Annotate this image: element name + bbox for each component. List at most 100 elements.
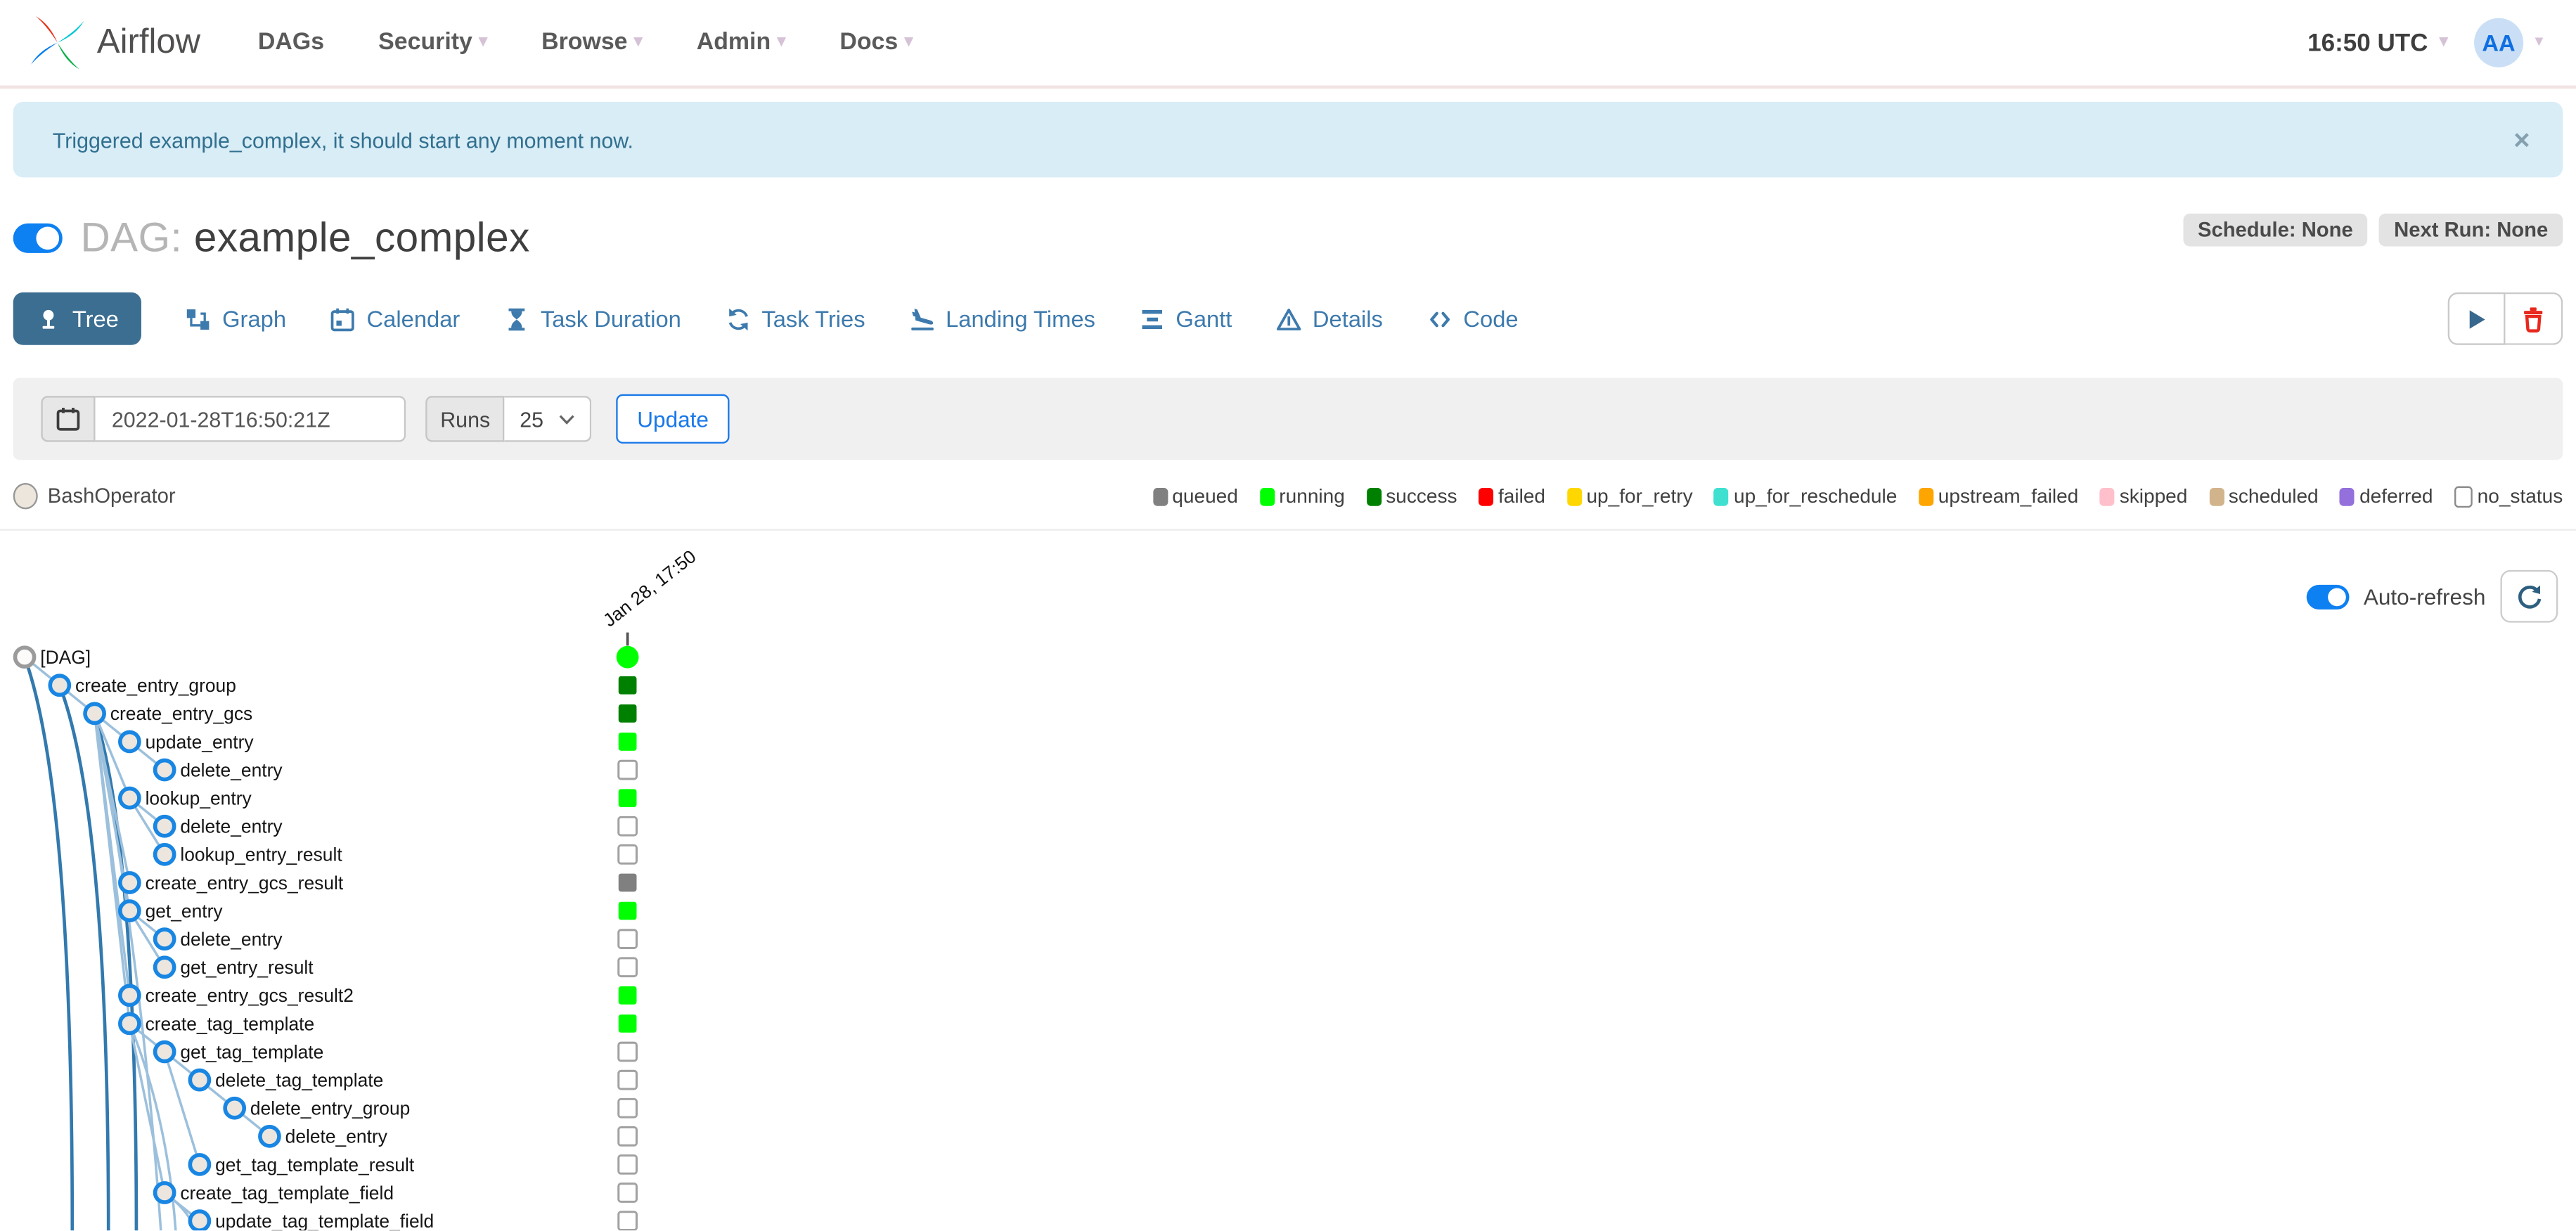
task-instance-square[interactable] [617, 1097, 638, 1119]
task-instance-square[interactable] [618, 986, 637, 1005]
task-label[interactable]: create_tag_template [146, 1013, 315, 1034]
delete-dag-button[interactable] [2505, 292, 2563, 345]
tab-gantt[interactable]: Gantt [1140, 292, 1232, 345]
task-label[interactable]: lookup_entry [146, 788, 252, 809]
refresh-button[interactable] [2500, 569, 2558, 623]
task-node[interactable] [153, 955, 176, 979]
task-node[interactable] [153, 927, 176, 951]
task-label[interactable]: delete_entry [180, 816, 283, 837]
task-instance-square[interactable] [618, 873, 637, 892]
tab-tree[interactable]: Tree [13, 292, 142, 345]
task-node[interactable] [153, 814, 176, 838]
clock-menu[interactable]: 16:50 UTC ▾ [2307, 29, 2448, 57]
menu-security[interactable]: Security ▾ [378, 30, 487, 56]
task-label[interactable]: lookup_entry_result [180, 844, 342, 865]
tab-details[interactable]: Details [1276, 292, 1383, 345]
menu-docs[interactable]: Docs ▾ [839, 30, 913, 56]
task-label[interactable]: delete_entry [285, 1126, 388, 1147]
task-label[interactable]: delete_entry [180, 759, 283, 780]
task-label[interactable]: delete_entry [180, 929, 283, 950]
legend-status-scheduled: scheduled [2208, 484, 2319, 508]
task-node[interactable] [153, 843, 176, 866]
task-label[interactable]: create_entry_group [75, 675, 236, 696]
task-instance-square[interactable] [618, 733, 637, 751]
task-instance-square[interactable] [617, 759, 638, 780]
task-node[interactable] [118, 730, 141, 754]
task-node[interactable] [223, 1096, 247, 1120]
task-node[interactable] [83, 702, 106, 726]
task-instance-square[interactable] [617, 1182, 638, 1203]
task-instance-square[interactable] [617, 1041, 638, 1062]
task-instance-square[interactable] [617, 816, 638, 837]
task-instance-square[interactable] [617, 1211, 638, 1231]
task-instance-square[interactable] [618, 789, 637, 808]
menu-browse[interactable]: Browse ▾ [541, 30, 643, 56]
task-instance-square[interactable] [618, 901, 637, 920]
task-node[interactable] [118, 871, 141, 894]
task-label[interactable]: create_entry_gcs_result [146, 872, 344, 894]
base-date-input[interactable] [95, 396, 406, 442]
tab-label: Gantt [1176, 305, 1232, 333]
task-label[interactable]: get_entry [146, 901, 224, 922]
task-instance-square[interactable] [618, 676, 637, 695]
task-node[interactable] [153, 1040, 176, 1064]
task-node[interactable] [118, 786, 141, 810]
task-instance-square[interactable] [617, 1069, 638, 1090]
task-label[interactable]: delete_tag_template [215, 1069, 383, 1090]
trash-icon [2524, 307, 2543, 332]
task-instance-square[interactable] [617, 929, 638, 950]
task-label[interactable]: create_tag_template_field [180, 1182, 394, 1204]
auto-refresh-toggle[interactable] [2306, 584, 2349, 609]
tab-graph[interactable]: Graph [186, 292, 286, 345]
task-instance-square[interactable] [618, 1014, 637, 1033]
task-instance-square[interactable] [617, 844, 638, 865]
menu-label: Security [378, 30, 472, 56]
task-node[interactable] [48, 673, 72, 697]
home-link[interactable]: Airflow [26, 11, 200, 74]
legend-status-skipped: skipped [2099, 484, 2187, 508]
schedule-badge: Schedule: None [2182, 213, 2368, 247]
task-label[interactable]: delete_entry_group [250, 1098, 410, 1119]
task-label[interactable]: get_tag_template [180, 1041, 323, 1062]
task-instance-square[interactable] [617, 957, 638, 978]
tab-calendar[interactable]: Calendar [330, 292, 460, 345]
user-menu[interactable]: AA ▾ [2473, 18, 2543, 67]
task-node[interactable] [118, 899, 141, 922]
task-label[interactable]: get_entry_result [180, 957, 314, 978]
task-node[interactable] [188, 1209, 212, 1231]
status-color-box [1918, 486, 1933, 505]
menu-label: DAGs [257, 30, 325, 56]
tab-task-tries[interactable]: Task Tries [726, 292, 865, 345]
task-label[interactable]: update_tag_template_field [215, 1211, 434, 1230]
task-instance-square[interactable] [618, 704, 637, 723]
tab-code[interactable]: Code [1427, 292, 1519, 345]
dag-pause-toggle[interactable] [13, 223, 63, 253]
task-label[interactable]: update_entry [146, 731, 255, 752]
task-node[interactable] [153, 758, 176, 782]
num-runs-select[interactable]: 25 [505, 396, 591, 442]
menu-admin[interactable]: Admin ▾ [697, 30, 786, 56]
task-node[interactable] [118, 1012, 141, 1036]
dag-run-status-circle[interactable] [616, 645, 639, 669]
menu-dags[interactable]: DAGs [258, 30, 324, 56]
task-node[interactable] [153, 1181, 176, 1204]
dag-root-node[interactable] [13, 645, 37, 669]
task-node[interactable] [188, 1068, 212, 1092]
avatar: AA [2473, 18, 2524, 67]
close-icon[interactable]: × [2504, 124, 2539, 155]
task-instance-square[interactable] [617, 1154, 638, 1175]
trigger-dag-button[interactable] [2447, 292, 2506, 345]
tab-landing-times[interactable]: Landing Times [910, 292, 1095, 345]
task-instance-square[interactable] [617, 1126, 638, 1147]
task-label[interactable]: get_tag_template_result [215, 1154, 415, 1175]
tab-task-duration[interactable]: Task Duration [504, 292, 681, 345]
auto-refresh-label: Auto-refresh [2363, 584, 2486, 609]
dag-root-label[interactable]: [DAG] [40, 647, 91, 668]
task-node[interactable] [188, 1153, 212, 1176]
task-label[interactable]: create_entry_gcs [110, 703, 252, 724]
status-color-box [1478, 486, 1493, 505]
task-node[interactable] [118, 984, 141, 1007]
task-node[interactable] [258, 1124, 281, 1148]
update-button[interactable]: Update [615, 394, 730, 444]
task-label[interactable]: create_entry_gcs_result2 [146, 985, 354, 1006]
